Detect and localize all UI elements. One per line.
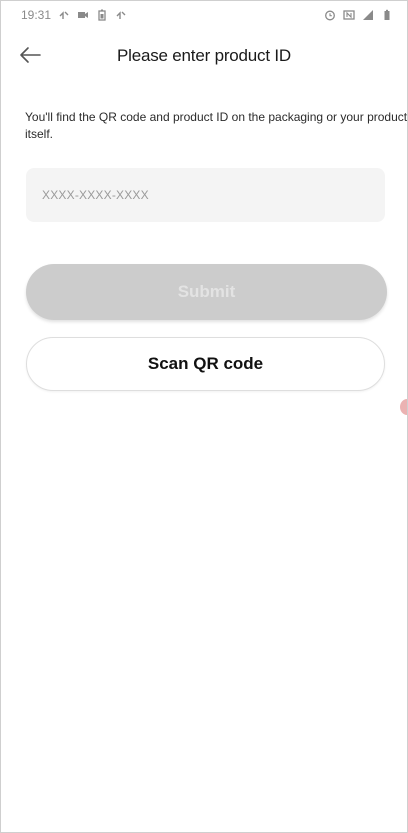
scan-qr-code-button[interactable]: Scan QR code [26,337,385,391]
status-bar-right [324,9,393,21]
header: Please enter product ID [1,37,407,77]
wifi-call-icon [58,9,70,21]
nfc-icon [343,9,355,21]
product-id-input[interactable] [26,168,385,222]
page-title: Please enter product ID [117,46,291,65]
signal-icon [362,9,374,21]
status-bar-left: 19:31 [21,8,127,22]
battery-icon [381,9,393,21]
edge-indicator [400,399,407,415]
product-id-field [26,168,385,222]
battery-saver-icon [96,9,108,21]
help-text: You'll find the QR code and product ID o… [25,110,408,141]
status-time: 19:31 [21,8,52,22]
status-bar: 19:31 [1,1,407,29]
camera-icon [77,9,89,21]
alarm-icon [324,9,336,21]
wifi-call-icon [115,9,127,21]
app-screen: 19:31 Please enter product ID You'll fin… [0,0,408,833]
submit-button[interactable]: Submit [26,264,387,320]
